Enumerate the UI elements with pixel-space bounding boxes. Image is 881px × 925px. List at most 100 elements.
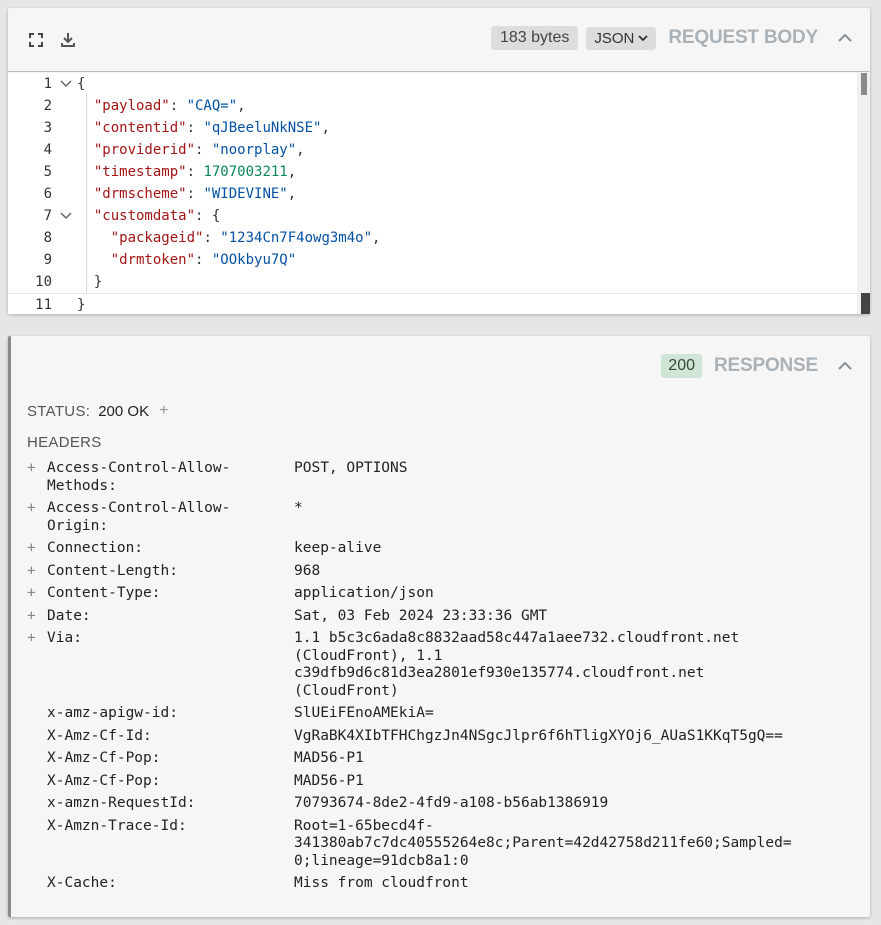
code-token: "CAQ=" [186,98,238,114]
header-row: + Content-Type: application/json [27,585,857,603]
code-text: "contentid": "qJBeeluNkNSE", [77,117,330,139]
scroll-thumb[interactable] [861,73,867,95]
header-name: Connection: [47,540,144,556]
add-header-filter-button[interactable]: + [27,608,47,626]
line-number: 11 [35,297,52,313]
header-value: 968 [294,562,321,579]
code-token: 1707003211 [203,164,288,180]
collapse-chevron-icon[interactable] [836,29,854,47]
code-token: "contentid" [93,120,187,136]
add-header-filter-button [27,773,47,791]
code-token: "noorplay" [211,142,297,158]
line-number: 7 [43,208,52,224]
add-header-filter-button[interactable]: + [27,500,47,535]
expand-status-button[interactable]: + [159,402,168,420]
line-number: 6 [43,186,52,202]
code-token: "drmtoken" [110,252,196,268]
header-name: Date: [47,607,91,624]
code-token: : [169,98,187,114]
add-header-filter-button[interactable]: + [27,630,47,700]
header-row: X-Amzn-Trace-Id: Root=1-65becd4f- 341380a… [27,818,857,871]
fullscreen-icon[interactable] [28,32,44,48]
fold-chevron-icon[interactable] [59,77,73,91]
header-row: x-amz-apigw-id: SlUEiFEnoAMEkiA= [27,705,857,723]
code-token: : [186,164,204,180]
add-header-filter-button[interactable]: + [27,563,47,581]
line-number: 1 [43,76,52,92]
code-token: : [186,120,204,136]
request-body-panel: 183 bytes JSON REQUEST BODY 11} 10 } 9 "dr… [8,8,870,314]
code-line[interactable]: 9 "drmtoken": "OOkbyu7Q" [8,249,857,271]
scroll-thumb-bottom[interactable] [857,293,870,314]
chevron-down-icon [638,35,649,42]
line-number: 4 [43,142,52,158]
header-name: Content-Length: [47,562,178,579]
code-line[interactable]: 10 } [8,271,857,293]
code-token: "OOkbyu7Q" [211,252,297,268]
download-icon[interactable] [60,32,76,48]
header-value: 1.1 b5c3c6ada8c8832aad58c447a1aee732.clo… [294,630,740,699]
code-text: "payload": "CAQ=", [77,95,246,117]
code-text: "providerid": "noorplay", [77,139,305,161]
code-token: , [287,164,297,180]
header-value: Miss from cloudfront [294,875,469,891]
code-line[interactable]: 2 "payload": "CAQ=", [8,95,857,117]
code-token: : [186,186,204,202]
header-value: MAD56-P1 [294,750,364,766]
headers-title: HEADERS [27,434,102,451]
header-row: + Via: 1.1 b5c3c6ada8c8832aad58c447a1aee73… [27,630,857,700]
header-value: POST, OPTIONS [294,460,408,476]
code-token: "packageid" [110,230,204,246]
header-name: Access-Control-Allow- Origin: [47,500,231,534]
fold-chevron-icon[interactable] [59,209,73,223]
size-badge: 183 bytes [490,26,579,50]
header-name: X-Cache: [47,875,117,891]
editor-scrollbar[interactable] [857,73,870,314]
request-body-title: REQUEST BODY [668,27,818,48]
line-number: 2 [43,98,52,114]
code-token: { [77,76,86,92]
code-token: , [237,98,246,114]
header-name: x-amzn-RequestId: [47,795,196,811]
header-name: x-amz-apigw-id: [47,705,178,721]
code-line[interactable]: 8 "packageid": "1234Cn7F4owg3m4o", [8,227,857,249]
header-name: Via: [47,630,82,646]
code-line[interactable]: 7 "customdata": { [8,205,857,227]
code-text: "customdata": { [77,205,220,227]
code-editor[interactable]: 11} 10 } 9 "drmtoken": "OOkbyu7Q" 8 "packag… [8,73,870,314]
code-text: "drmtoken": "OOkbyu7Q" [77,249,296,271]
line-number: 5 [43,164,52,180]
code-text: { [77,73,85,95]
header-row: x-amzn-RequestId: 70793674-8de2-4fd9-a108… [27,795,857,813]
code-token: } [77,274,103,290]
add-header-filter-button[interactable]: + [27,585,47,603]
code-line[interactable]: 6 "drmscheme": "WIDEVINE", [8,183,857,205]
header-value: SlUEiFEnoAMEkiA= [294,705,434,721]
indent-guide [86,95,87,293]
request-body-header: 183 bytes JSON REQUEST BODY [8,8,870,72]
header-row: + Access-Control-Allow- Methods: POST, OPT… [27,460,857,495]
status-code-badge: 200 [661,354,702,378]
code-line[interactable]: 3 "contentid": "qJBeeluNkNSE", [8,117,857,139]
collapse-chevron-icon[interactable] [836,357,854,375]
add-header-filter-button[interactable]: + [27,460,47,495]
header-value: MAD56-P1 [294,772,364,789]
response-panel: 200 RESPONSE STATUS: 200 OK + HEADERS + A… [8,336,870,917]
add-header-filter-button[interactable]: + [27,540,47,558]
code-token: "1234Cn7F4owg3m4o" [220,230,373,246]
code-text: } [77,271,102,293]
code-text: } [77,294,85,314]
add-header-filter-button [27,705,47,723]
code-line[interactable]: 1{ [8,73,857,95]
code-token: , [287,186,297,202]
code-line[interactable]: 5 "timestamp": 1707003211, [8,161,857,183]
add-header-filter-button [27,818,47,871]
code-line[interactable]: 4 "providerid": "noorplay", [8,139,857,161]
format-select[interactable]: JSON [586,26,657,50]
code-token: "drmscheme" [93,186,187,202]
header-name: X-Amz-Cf-Pop: [47,750,161,766]
code-line[interactable]: 11} [8,293,857,314]
header-name: X-Amz-Cf-Pop: [47,772,161,789]
